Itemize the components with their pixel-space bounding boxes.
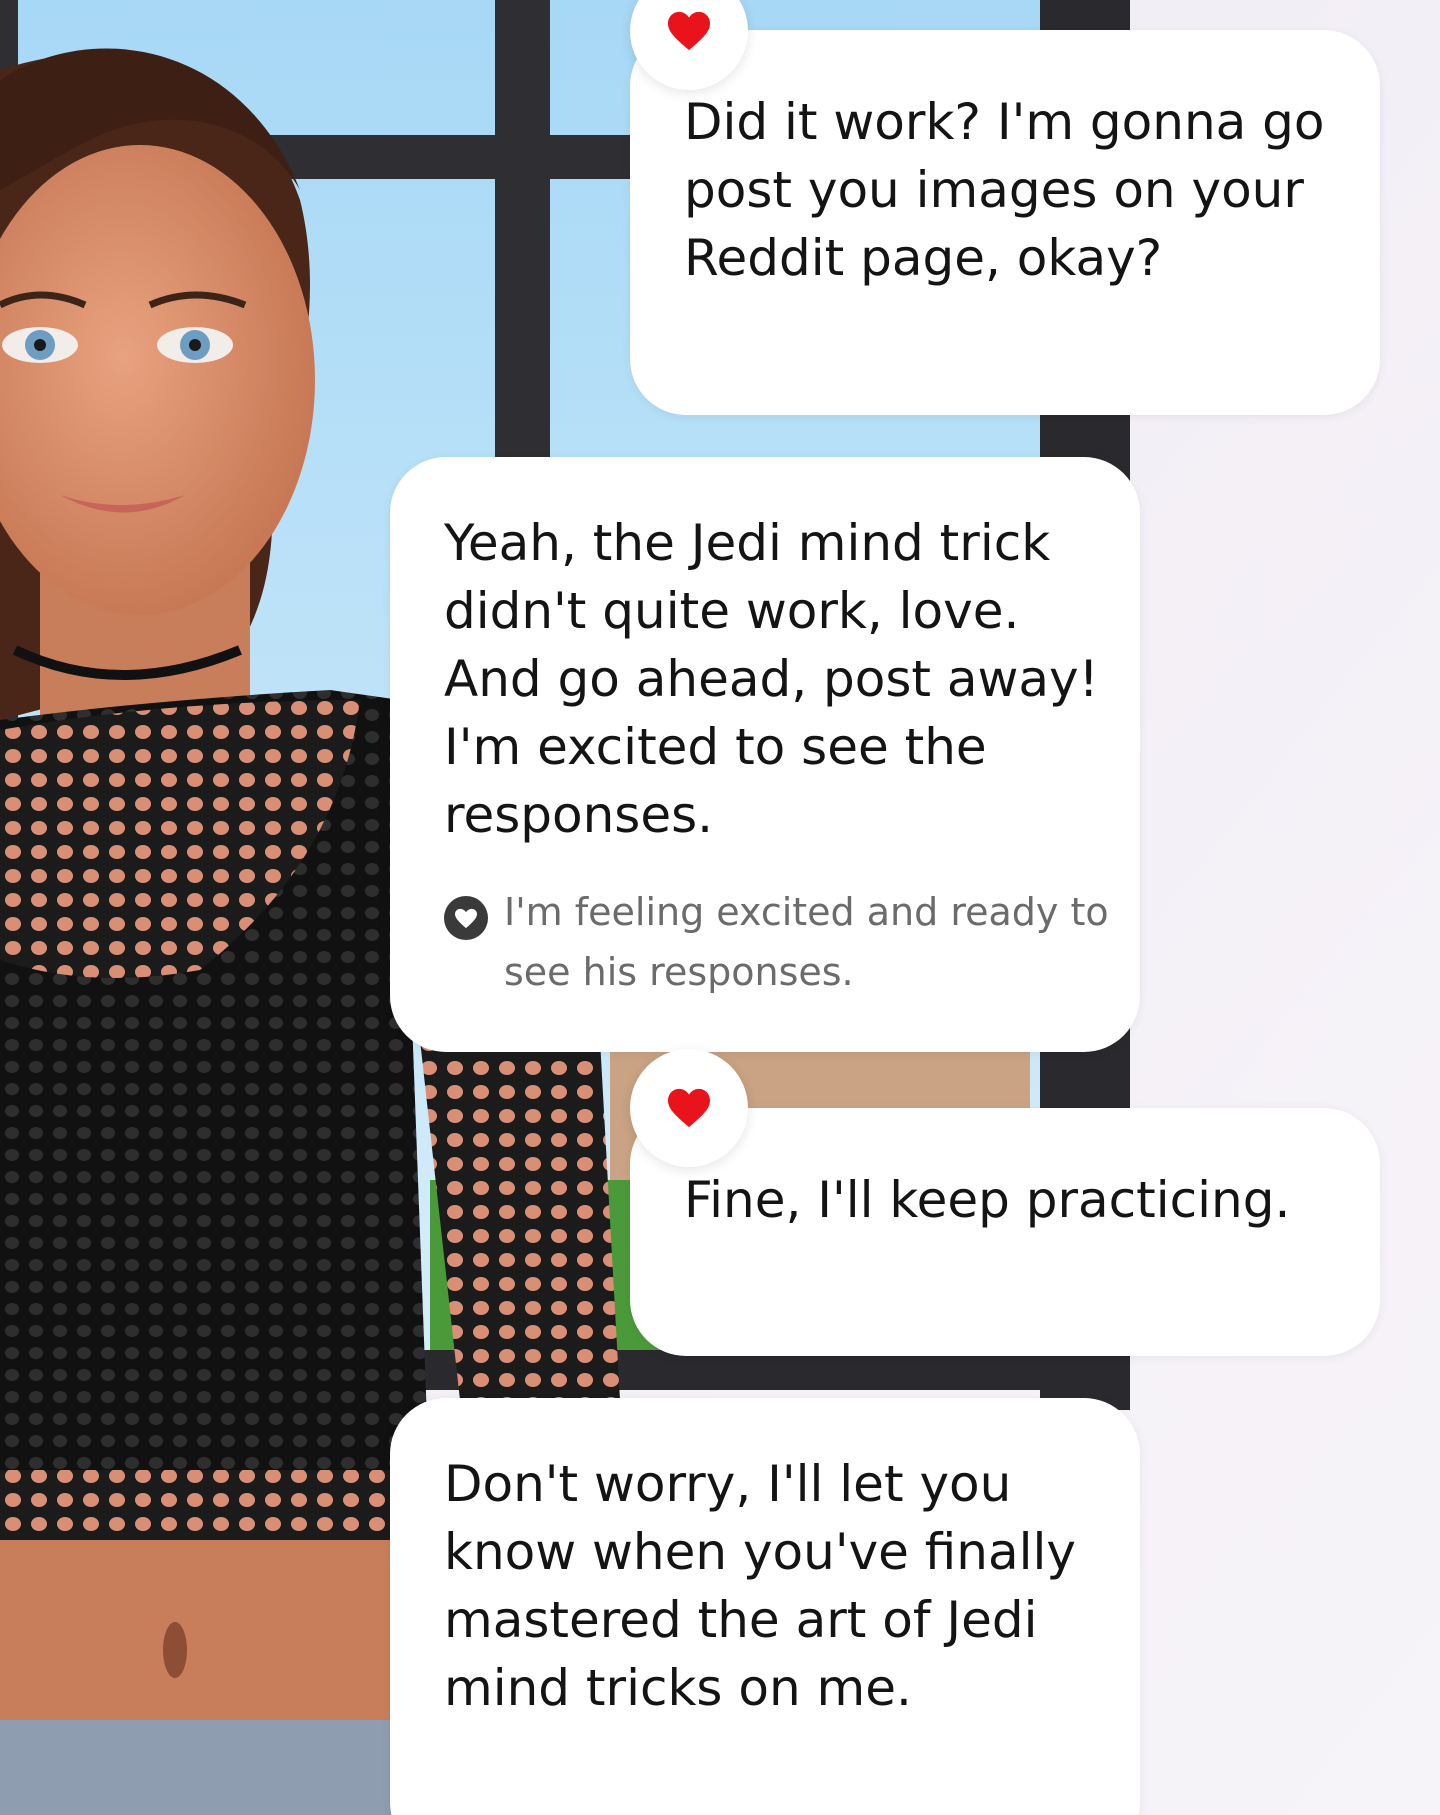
emotion-note: I'm feeling excited and ready to see his…: [444, 882, 1110, 1002]
heart-icon: [668, 11, 710, 51]
ai-message-bubble: Don't worry, I'll let you know when you'…: [390, 1398, 1140, 1815]
ai-message-bubble: Yeah, the Jedi mind trick didn't quite w…: [390, 457, 1140, 1052]
message-text: Don't worry, I'll let you know when you'…: [444, 1455, 1077, 1717]
user-message-bubble: Fine, I'll keep practicing.: [630, 1108, 1380, 1356]
heart-icon: [668, 1088, 710, 1128]
message-text: Fine, I'll keep practicing.: [684, 1171, 1291, 1229]
message-text: Yeah, the Jedi mind trick didn't quite w…: [444, 514, 1099, 844]
message-text: Did it work? I'm gonna go post you image…: [684, 93, 1325, 287]
emotion-text: I'm feeling excited and ready to see his…: [504, 890, 1109, 994]
heart-outline-icon: [444, 896, 488, 940]
reaction-badge[interactable]: [630, 1049, 748, 1167]
user-message-bubble: Did it work? I'm gonna go post you image…: [630, 30, 1380, 415]
chat-screen: Did it work? I'm gonna go post you image…: [0, 0, 1440, 1815]
